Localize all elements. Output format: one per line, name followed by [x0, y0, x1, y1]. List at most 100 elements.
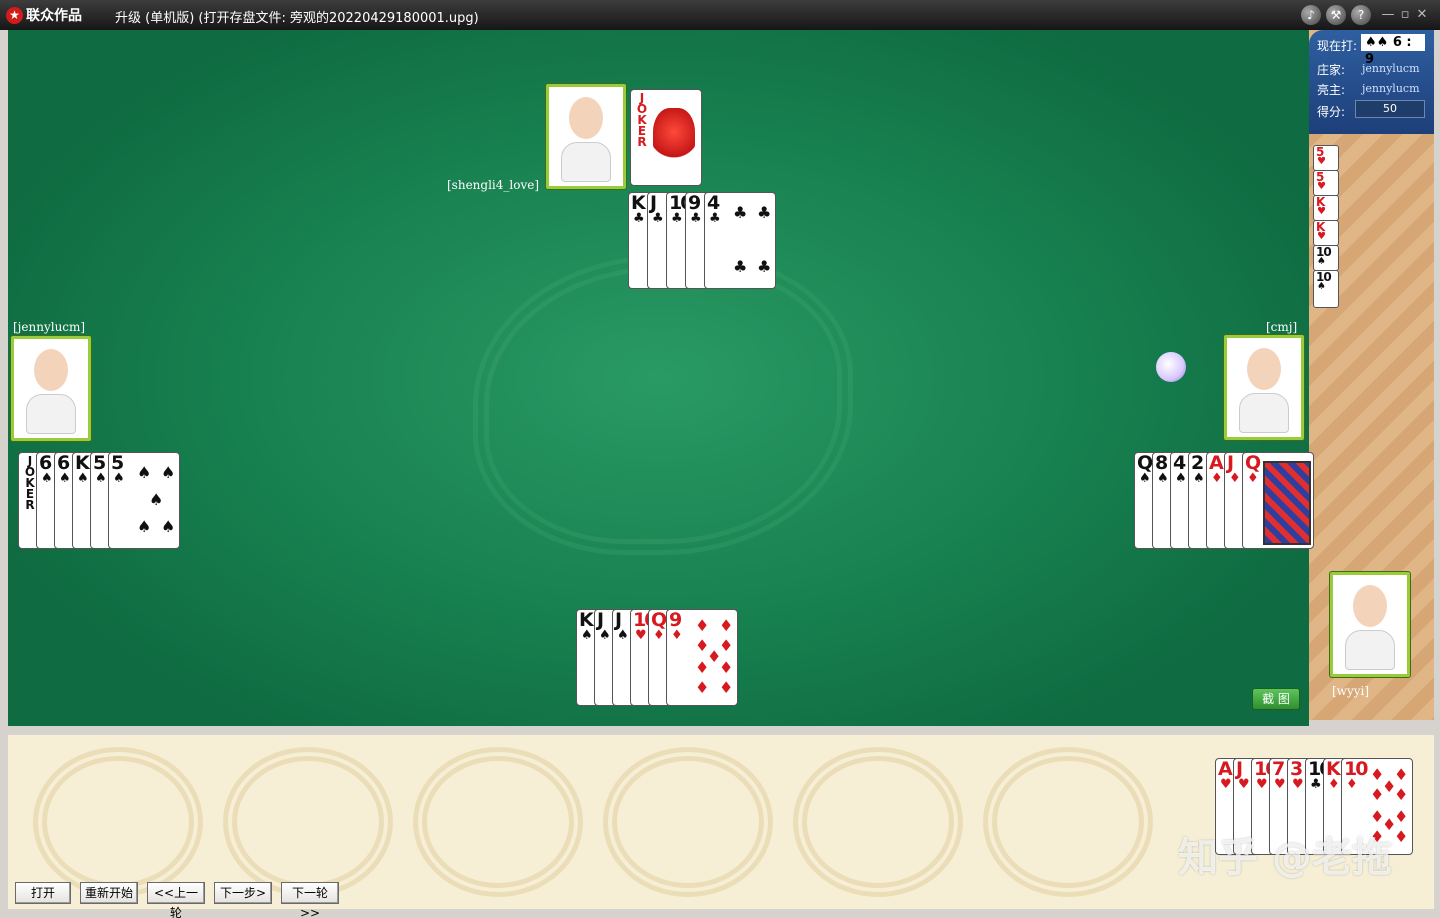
card-suit-icon: ♦ [653, 628, 665, 643]
card-suit-icon: ♠ [599, 628, 611, 643]
points-card: 10 ♠ [1313, 270, 1339, 308]
help-icon[interactable]: ? [1351, 5, 1371, 25]
card-suit-icon: ♣ [633, 211, 645, 226]
tools-icon[interactable]: ⚒ [1326, 5, 1346, 25]
avatar-bottom [1330, 572, 1410, 677]
card-rank: J [650, 192, 657, 214]
card-rank: 9 [669, 609, 682, 631]
next-round-button[interactable]: 下一轮>> [281, 882, 339, 918]
card-rank: 5 [93, 452, 106, 474]
card-suit-icon: ♦ [1229, 471, 1241, 486]
points-card: 10 ♠ [1313, 245, 1339, 271]
player-name-right: [cmj] [1266, 320, 1298, 334]
joker-label: JOKER [636, 91, 648, 149]
card-suit-icon: ♠ [1175, 471, 1187, 486]
card-suit-icon: ♥ [1274, 777, 1286, 792]
card-pip: ♣ [757, 203, 772, 222]
card-suit-icon: ♦ [1346, 777, 1358, 792]
prev-round-button[interactable]: <<上一轮 [147, 882, 205, 918]
card-suit-icon: ♠ [581, 628, 593, 643]
playing-card[interactable]: 4 ♣ ♣ ♣ ♣ ♣ [704, 192, 776, 289]
card-suit-icon: ♠ [95, 471, 107, 486]
card-suit-icon: ♠ [1157, 471, 1169, 486]
card-suit-icon: ♠ [1317, 256, 1326, 267]
card-rank: Q [1245, 452, 1261, 474]
card-pip: ♠ [149, 490, 164, 509]
card-suit-icon: ♣ [652, 211, 664, 226]
now-playing-value: ♠♠ 6 : 9 [1361, 34, 1425, 67]
player-name-bottom: [wyyi] [1332, 684, 1370, 698]
score-value: 50 [1355, 100, 1425, 118]
card-rank: K [579, 609, 594, 631]
card-suit-icon: ♠ [59, 471, 71, 486]
declarer-label: 亮主: [1317, 83, 1346, 97]
points-card: K ♥ [1313, 220, 1339, 246]
now-playing-label: 现在打: [1317, 39, 1358, 53]
card-rank: Q [1137, 452, 1153, 474]
card-pip: ♠ [161, 463, 176, 482]
playing-card[interactable]: 9 ♦ ♦ ♦ ♦ ♦ ♦ ♦ ♦ ♦ ♦ [666, 609, 738, 706]
card-suit-icon: ♣ [709, 211, 721, 226]
joker-label: JOKER [24, 454, 36, 512]
card-suit-icon: ♦ [1247, 471, 1259, 486]
card-pip: ♣ [757, 257, 772, 276]
card-suit-icon: ♠ [1193, 471, 1205, 486]
joker-art-icon [653, 108, 695, 168]
dealer-value: jennylucm [1362, 62, 1420, 75]
card-rank: 8 [1155, 452, 1168, 474]
card-pip: ♦ [695, 678, 710, 697]
card-rank: K [1326, 758, 1341, 780]
card-suit-icon: ♠ [617, 628, 629, 643]
card-rank: 5 [111, 452, 124, 474]
card-rank: K [631, 192, 646, 214]
card-rank: A [1218, 758, 1233, 780]
points-card: K ♥ [1313, 195, 1339, 221]
card-rank: J [1236, 758, 1243, 780]
restart-button[interactable]: 重新开始 [80, 882, 138, 904]
card-pip: ♦ [1394, 785, 1409, 804]
card-pip: ♠ [137, 463, 152, 482]
card-suit-icon: ♠ [1139, 471, 1151, 486]
open-button[interactable]: 打开 [15, 882, 71, 904]
card-suit-icon: ♥ [1317, 181, 1326, 192]
close-button[interactable]: ✕ [1414, 6, 1430, 24]
card-suit-icon: ♦ [671, 628, 683, 643]
card-suit-icon: ♦ [1328, 777, 1340, 792]
maximize-button[interactable]: ▫ [1397, 6, 1413, 24]
watermark: 知乎 @老拖 [1178, 835, 1392, 881]
card-rank: 6 [57, 452, 70, 474]
brand-logo: ★ 联众作品 [6, 6, 82, 24]
declarer-value: jennylucm [1362, 82, 1420, 95]
card-suit-icon: ♣ [671, 211, 683, 226]
card-pip: ♦ [695, 658, 710, 677]
card-suit-icon: ♠ [41, 471, 53, 486]
card-rank: J [615, 609, 622, 631]
card-rank: J [1227, 452, 1234, 474]
card-suit-icon: ♣ [690, 211, 702, 226]
card-pip: ♣ [733, 203, 748, 222]
card-pip: ♦ [1370, 785, 1385, 804]
card-rank: K [75, 452, 90, 474]
playing-card[interactable]: 5 ♠ ♠ ♠ ♠ ♠ ♠ [108, 452, 180, 549]
card-suit-icon: ♥ [1317, 156, 1326, 167]
playing-card[interactable]: JOKER [630, 89, 702, 186]
card-rank: Q [651, 609, 667, 631]
card-suit-icon: ♥ [635, 628, 647, 643]
points-card: 5 ♥ [1313, 145, 1339, 171]
next-step-button[interactable]: 下一步> [214, 882, 272, 904]
playing-card[interactable]: Q ♦ [1242, 452, 1314, 549]
card-pip: ♠ [137, 517, 152, 536]
avatar-right [1224, 335, 1304, 440]
card-pip: ♣ [733, 257, 748, 276]
card-pip: ♦ [1394, 827, 1409, 846]
card-pip: ♦ [719, 616, 734, 635]
card-suit-icon: ♦ [1211, 471, 1223, 486]
capture-button[interactable]: 截 图 [1252, 688, 1300, 710]
card-suit-icon: ♥ [1256, 777, 1268, 792]
card-rank: 9 [688, 192, 701, 214]
card-suit-icon: ♥ [1292, 777, 1304, 792]
card-rank: A [1209, 452, 1224, 474]
sound-icon[interactable]: ♪ [1301, 5, 1321, 25]
minimize-button[interactable]: — [1380, 6, 1396, 24]
card-pip: ♦ [719, 658, 734, 677]
